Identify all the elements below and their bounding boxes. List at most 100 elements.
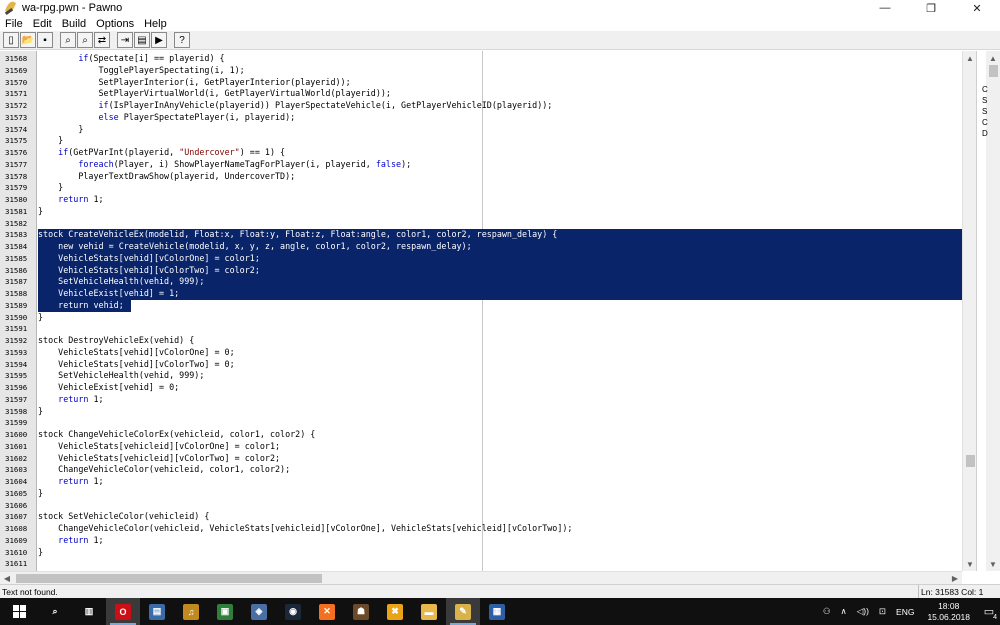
scroll-up-icon[interactable]: ▲ xyxy=(963,51,977,65)
side-scrollbar[interactable]: ▲ ▼ xyxy=(986,51,1000,571)
run-icon[interactable]: ▶ xyxy=(151,32,167,48)
function-list-panel[interactable]: ▲ ▼ CSSCD xyxy=(976,51,1000,571)
menu-options[interactable]: Options xyxy=(91,18,139,30)
volume-icon[interactable]: ◁)) xyxy=(857,606,869,617)
clock[interactable]: 18:08 15.06.2018 xyxy=(927,601,970,623)
code-line[interactable]: 31583 stock CreateVehicleEx(modelid, Floa… xyxy=(0,229,962,241)
code-line[interactable]: 31598} xyxy=(0,406,962,418)
code-line[interactable]: 31597 return 1; xyxy=(0,394,962,406)
code-line[interactable]: 31607 stock SetVehicleColor(vehicleid) { xyxy=(0,511,962,523)
side-scroll-up-icon[interactable]: ▲ xyxy=(986,51,1000,65)
notification-button[interactable]: ▭ 4 xyxy=(978,598,1000,625)
code-line[interactable]: 31586 VehicleStats[vehid][vColorTwo] = c… xyxy=(0,264,962,277)
taskbar-photos-button[interactable]: ▦ xyxy=(480,598,514,625)
find-icon[interactable]: ⌕ xyxy=(60,32,76,48)
code-line[interactable]: 31596 VehicleExist[vehid] = 0; xyxy=(0,382,962,394)
start-button[interactable] xyxy=(0,598,38,625)
code-line[interactable]: 31574 } xyxy=(0,124,962,136)
taskbar-opera-button[interactable]: O xyxy=(106,598,140,625)
code-line[interactable]: 31584 new vehid = CreateVehicle(modelid,… xyxy=(0,241,962,253)
code-line[interactable]: 31581} xyxy=(0,206,962,218)
code-line[interactable]: 31592 stock DestroyVehicleEx(vehid) { xyxy=(0,335,962,347)
code-line[interactable]: 31599 xyxy=(0,417,962,429)
menu-file[interactable]: File xyxy=(0,18,28,30)
function-list-item[interactable]: S xyxy=(982,95,987,106)
function-list-item[interactable]: C xyxy=(982,84,988,95)
code-line[interactable]: 31568 if(Spectate[i] == playerid) { xyxy=(0,53,962,65)
help-icon[interactable]: ? xyxy=(174,32,190,48)
code-line[interactable]: 31585 VehicleStats[vehid][vColorOne] = c… xyxy=(0,252,962,265)
network-tray-icon[interactable]: ⊡ xyxy=(879,606,886,617)
taskbar-remote-button[interactable]: ▣ xyxy=(208,598,242,625)
code-line[interactable]: 31593 VehicleStats[vehid][vColorOne] = 0… xyxy=(0,347,962,359)
menu-edit[interactable]: Edit xyxy=(28,18,57,30)
code-line[interactable]: 31589 return vehid; xyxy=(0,299,962,312)
menu-help[interactable]: Help xyxy=(139,18,172,30)
vertical-scroll-thumb[interactable] xyxy=(966,455,975,467)
code-line[interactable]: 31580 return 1; xyxy=(0,194,962,206)
code-line[interactable]: 31602 VehicleStats[vehicleid][vColorTwo]… xyxy=(0,453,962,465)
code-line[interactable]: 31578 PlayerTextDrawShow(playerid, Under… xyxy=(0,171,962,183)
open-icon[interactable]: 📂 xyxy=(20,32,36,48)
code-line[interactable]: 31576 if(GetPVarInt(playerid, "Undercove… xyxy=(0,147,962,159)
taskbar-notes-button[interactable]: ▤ xyxy=(140,598,174,625)
replace-icon[interactable]: ⇄ xyxy=(94,32,110,48)
new-icon[interactable]: ▯ xyxy=(3,32,19,48)
code-line[interactable]: 31587 SetVehicleHealth(vehid, 999); xyxy=(0,276,962,288)
people-icon[interactable]: ⚇ xyxy=(823,606,831,617)
close-button[interactable]: ✕ xyxy=(954,0,1000,16)
code-line[interactable]: 31590} xyxy=(0,312,962,324)
code-line[interactable]: 31594 VehicleStats[vehid][vColorTwo] = 0… xyxy=(0,359,962,371)
code-line[interactable]: 31605} xyxy=(0,488,962,500)
horizontal-scroll-thumb[interactable] xyxy=(16,574,322,583)
code-line[interactable]: 31595 SetVehicleHealth(vehid, 999); xyxy=(0,370,962,382)
taskbar-tool-button[interactable]: ✖ xyxy=(378,598,412,625)
code-line[interactable]: 31572 if(IsPlayerInAnyVehicle(playerid))… xyxy=(0,100,962,112)
code-editor[interactable]: 31568 if(Spectate[i] == playerid) {31569… xyxy=(0,51,962,571)
taskbar-xampp-button[interactable]: ✕ xyxy=(310,598,344,625)
menu-build[interactable]: Build xyxy=(57,18,91,30)
maximize-button[interactable]: ❐ xyxy=(908,0,954,16)
taskbar-network-button[interactable]: ◈ xyxy=(242,598,276,625)
code-line[interactable]: 31575 } xyxy=(0,135,962,147)
code-line[interactable]: 31591 xyxy=(0,323,962,335)
taskbar-aimp-button[interactable]: ♫ xyxy=(174,598,208,625)
code-line[interactable]: 31570 SetPlayerInterior(i, GetPlayerInte… xyxy=(0,77,962,89)
vertical-scrollbar[interactable]: ▲ ▼ xyxy=(962,51,976,571)
taskbar-pawno-button[interactable]: ✎ xyxy=(446,598,480,625)
code-line[interactable]: 31603 ChangeVehicleColor(vehicleid, colo… xyxy=(0,464,962,476)
code-line[interactable]: 31606 xyxy=(0,500,962,512)
save-icon[interactable]: ▪ xyxy=(37,32,53,48)
taskbar-folder-button[interactable]: ▬ xyxy=(412,598,446,625)
taskbar-game-button[interactable]: ☗ xyxy=(344,598,378,625)
scroll-down-icon[interactable]: ▼ xyxy=(963,557,977,571)
code-line[interactable]: 31610} xyxy=(0,547,962,559)
language-indicator[interactable]: ENG xyxy=(896,607,914,617)
code-line[interactable]: 31609 return 1; xyxy=(0,535,962,547)
side-scroll-down-icon[interactable]: ▼ xyxy=(986,557,1000,571)
code-line[interactable]: 31588 VehicleExist[vehid] = 1; xyxy=(0,288,962,300)
horizontal-scrollbar[interactable]: ◀ ▶ xyxy=(0,571,962,584)
function-list-item[interactable]: D xyxy=(982,128,988,139)
code-line[interactable]: 31611 xyxy=(0,558,962,570)
code-line[interactable]: 31571 SetPlayerVirtualWorld(i, GetPlayer… xyxy=(0,88,962,100)
code-line[interactable]: 31600 stock ChangeVehicleColorEx(vehiclei… xyxy=(0,429,962,441)
code-line[interactable]: 31582 xyxy=(0,218,962,230)
code-line[interactable]: 31608 ChangeVehicleColor(vehicleid, Vehi… xyxy=(0,523,962,535)
code-line[interactable]: 31604 return 1; xyxy=(0,476,962,488)
find-next-icon[interactable]: ⌕ xyxy=(77,32,93,48)
side-scroll-thumb[interactable] xyxy=(989,65,998,77)
code-line[interactable]: 31577 foreach(Player, i) ShowPlayerNameT… xyxy=(0,159,962,171)
taskbar-task-view-button[interactable]: ▥ xyxy=(72,598,106,625)
function-list-item[interactable]: S xyxy=(982,106,987,117)
compile-icon[interactable]: ▤ xyxy=(134,32,150,48)
taskbar-steam-button[interactable]: ◉ xyxy=(276,598,310,625)
minimize-button[interactable]: — xyxy=(862,0,908,16)
goto-icon[interactable]: ⇥ xyxy=(117,32,133,48)
function-list-item[interactable]: C xyxy=(982,117,988,128)
code-line[interactable]: 31573 else PlayerSpectatePlayer(i, playe… xyxy=(0,112,962,124)
code-line[interactable]: 31569 TogglePlayerSpectating(i, 1); xyxy=(0,65,962,77)
code-line[interactable]: 31601 VehicleStats[vehicleid][vColorOne]… xyxy=(0,441,962,453)
taskbar-search-button[interactable]: ⌕ xyxy=(38,598,72,625)
chevron-up-icon[interactable]: ∧ xyxy=(840,606,846,617)
